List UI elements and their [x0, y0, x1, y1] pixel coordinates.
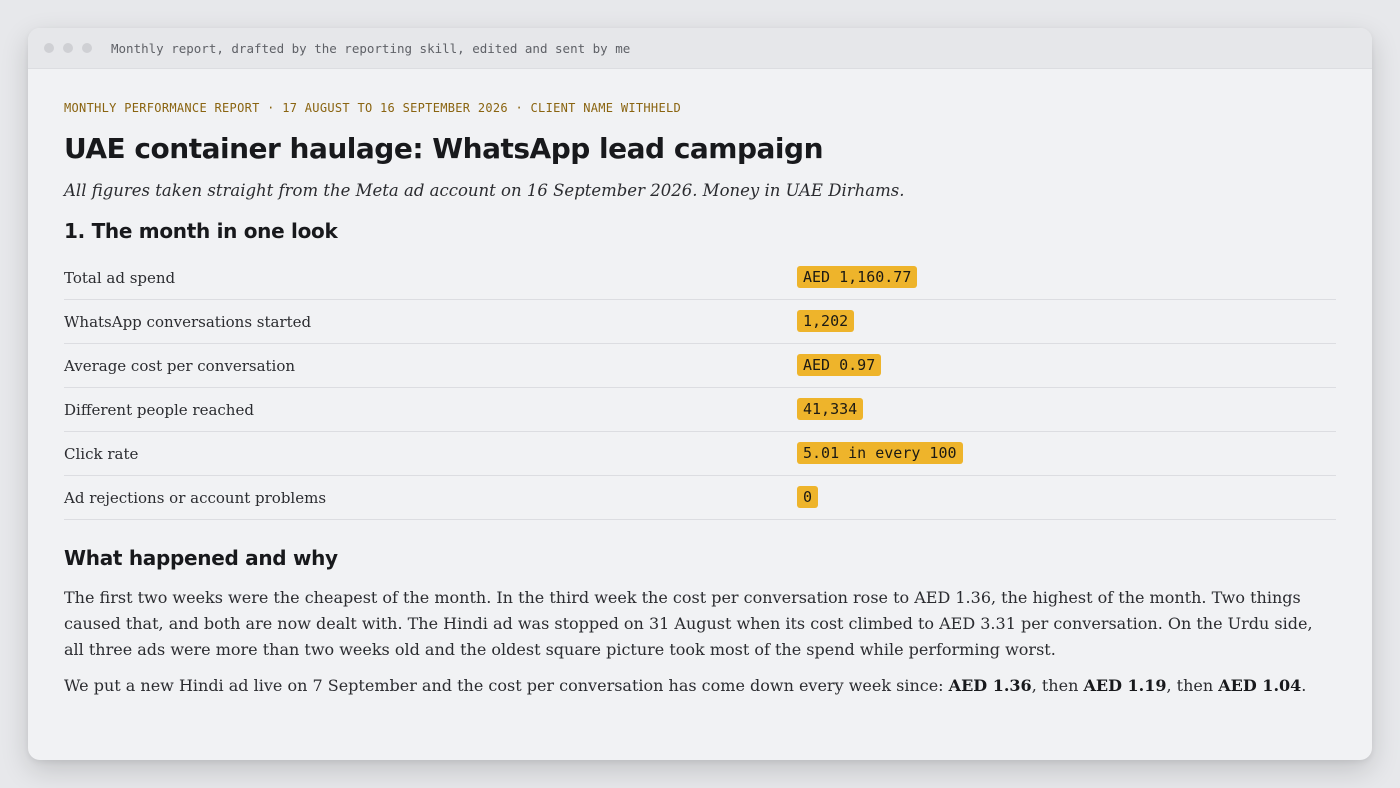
kpi-label: Click rate	[64, 444, 139, 463]
kpi-label: Different people reached	[64, 400, 254, 419]
kpi-row: WhatsApp conversations started 1,202	[64, 300, 1336, 344]
kpi-row: Total ad spend AED 1,160.77	[64, 256, 1336, 300]
report-content: MONTHLY PERFORMANCE REPORT · 17 AUGUST T…	[28, 69, 1372, 699]
weekly-cost-value: AED 1.19	[1083, 676, 1167, 695]
kpi-value: 1,202	[797, 310, 855, 332]
report-title: UAE container haulage: WhatsApp lead cam…	[64, 132, 824, 165]
summary-paragraph: The first two weeks were the cheapest of…	[64, 588, 1313, 659]
trend-paragraph: We put a new Hindi ad live on 7 Septembe…	[64, 673, 1336, 699]
trend-separator: , then	[1031, 676, 1084, 695]
weekly-cost-value: AED 1.04	[1218, 676, 1302, 695]
kpi-row: Average cost per conversation AED 0.97	[64, 344, 1336, 388]
report-subtitle: All figures taken straight from the Meta…	[64, 181, 905, 200]
kpi-label: Ad rejections or account problems	[64, 488, 327, 507]
window-minimize-dot[interactable]	[63, 43, 73, 53]
kpi-value: 41,334	[797, 398, 864, 420]
window-titlebar: Monthly report, drafted by the reporting…	[28, 28, 1372, 69]
window-title: Monthly report, drafted by the reporting…	[111, 40, 631, 56]
kpi-row: Click rate 5.01 in every 100	[64, 432, 1336, 476]
trend-separator: , then	[1166, 676, 1219, 695]
kpi-label: Average cost per conversation	[64, 356, 296, 375]
kpi-value: AED 0.97	[797, 354, 882, 376]
kpi-row: Ad rejections or account problems 0	[64, 476, 1336, 520]
kpi-row: Different people reached 41,334	[64, 388, 1336, 432]
weekly-cost-value: AED 1.36	[948, 676, 1032, 695]
kpi-table: Total ad spend AED 1,160.77 WhatsApp con…	[64, 256, 1336, 520]
section-heading-what-happened: What happened and why	[64, 546, 338, 570]
kpi-label: Total ad spend	[64, 268, 176, 287]
report-eyebrow: MONTHLY PERFORMANCE REPORT · 17 AUGUST T…	[64, 101, 682, 115]
window-zoom-dot[interactable]	[82, 43, 92, 53]
window-close-dot[interactable]	[44, 43, 54, 53]
kpi-value: 5.01 in every 100	[797, 442, 963, 464]
trend-end: .	[1301, 676, 1307, 695]
trend-intro-text: We put a new Hindi ad live on 7 Septembe…	[64, 676, 949, 695]
kpi-label: WhatsApp conversations started	[64, 312, 312, 331]
section-heading-month-overview: 1. The month in one look	[64, 219, 338, 243]
kpi-value: AED 1,160.77	[797, 266, 918, 288]
report-window: Monthly report, drafted by the reporting…	[28, 28, 1372, 760]
kpi-value: 0	[797, 486, 819, 508]
